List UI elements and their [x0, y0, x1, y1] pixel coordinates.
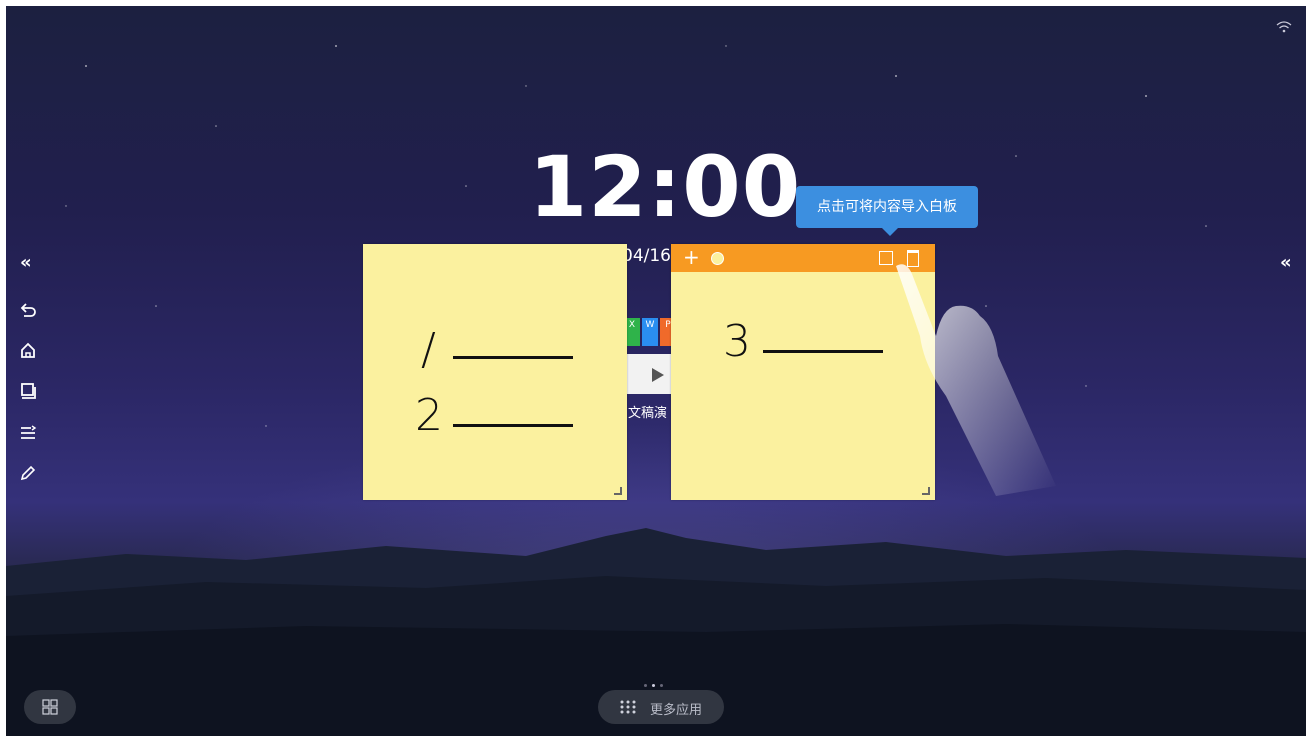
note-1-number-2: 2: [415, 390, 443, 441]
app-label: 文稿演: [628, 406, 668, 421]
pen-button[interactable]: [19, 464, 39, 484]
clock-date: 04/16: [622, 246, 671, 266]
add-note-icon[interactable]: +: [683, 247, 700, 267]
more-apps-button[interactable]: 更多应用: [598, 690, 724, 724]
pen-icon: [20, 465, 36, 481]
note-1-number-1: /: [421, 324, 436, 375]
right-collapse-button[interactable]: «: [1280, 252, 1292, 273]
play-icon: [652, 368, 664, 382]
apps-icon: [620, 700, 636, 714]
hand-pointer-illustration: [896, 264, 1056, 496]
note-color-icon[interactable]: [711, 252, 724, 265]
home-icon: [21, 342, 35, 358]
desktop-screen: 12:00 04/16 X W P 文稿演 / 2 + 3 点击可将内容导入白板: [6, 6, 1306, 736]
note-1-blank-2: [453, 424, 573, 427]
office-app-icon[interactable]: X W P: [624, 318, 678, 354]
wifi-icon: [1276, 21, 1292, 33]
more-apps-label: 更多应用: [650, 703, 703, 718]
undo-icon: [20, 303, 36, 317]
import-tooltip: 点击可将内容导入白板: [796, 186, 978, 236]
home-button[interactable]: [19, 342, 39, 362]
clock-time: 12:00: [528, 138, 802, 236]
note-2-blank-3: [763, 350, 883, 353]
note-1-blank-1: [453, 356, 573, 359]
grid-icon: [42, 699, 58, 715]
menu-button[interactable]: [19, 424, 39, 444]
window-switch-button[interactable]: [19, 382, 39, 402]
undo-button[interactable]: [19, 302, 39, 322]
word-icon: W: [642, 318, 658, 346]
windows-start-button[interactable]: [24, 690, 76, 724]
page-indicator: [644, 672, 668, 691]
resize-handle[interactable]: [614, 487, 622, 495]
menu-icon: [21, 425, 37, 439]
note-2-number-3: 3: [723, 316, 751, 367]
sticky-note-1[interactable]: / 2: [363, 244, 627, 500]
window-icon: [21, 383, 36, 399]
left-collapse-button[interactable]: «: [20, 252, 32, 273]
